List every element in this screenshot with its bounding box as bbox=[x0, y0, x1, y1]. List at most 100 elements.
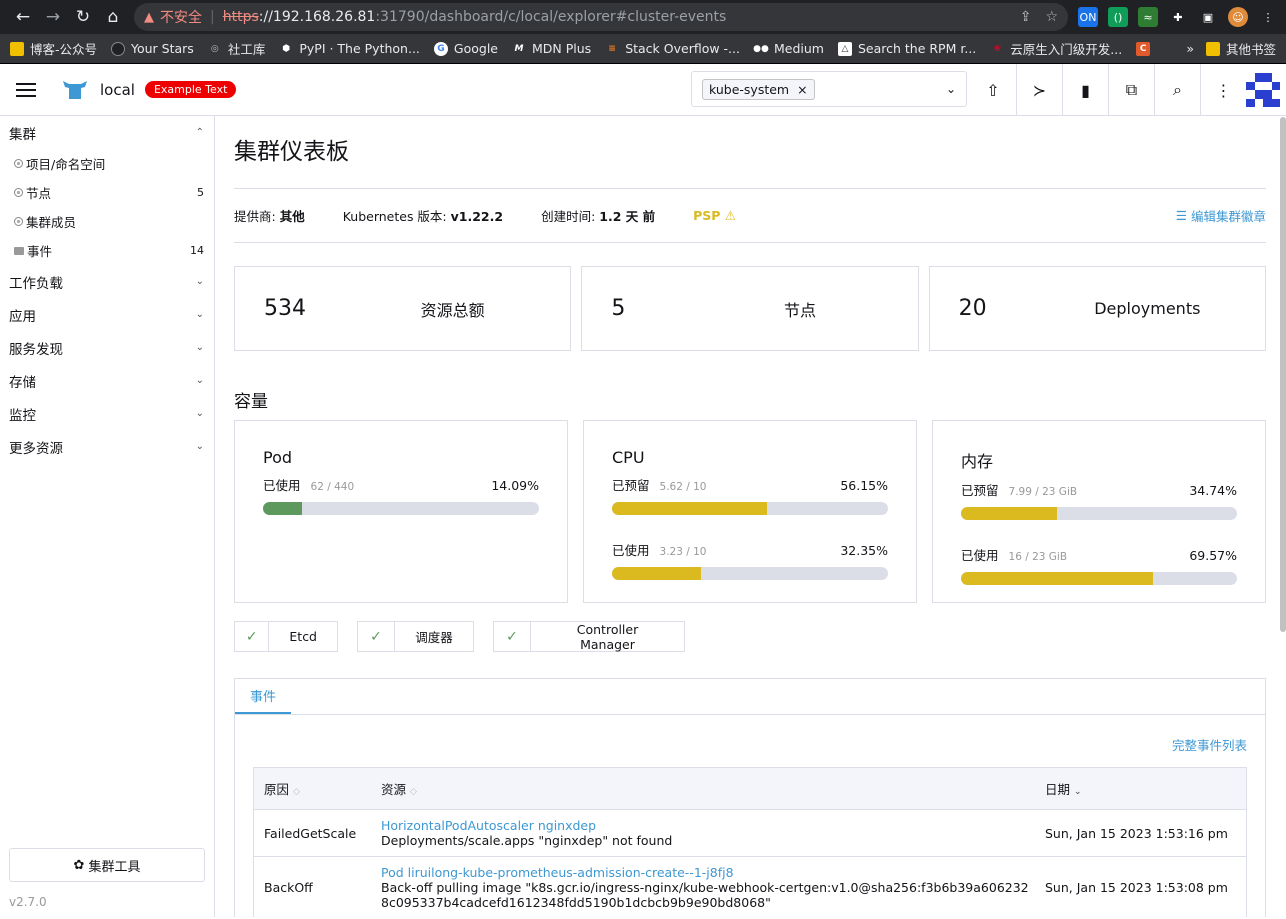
stackoverflow-icon: ≡ bbox=[608, 43, 616, 54]
version-label: v2.7.0 bbox=[9, 895, 47, 909]
bookmarks-bar: 博客-公众号 Your Stars ◎ 社工库 ⬢ PyPI · The Pytho… bbox=[0, 34, 1286, 64]
bookmark-item[interactable]: G Google bbox=[433, 41, 498, 56]
bookmark-item[interactable]: ⬢ PyPI · The Python... bbox=[279, 41, 420, 56]
chevron-down-icon: ⌄ bbox=[195, 342, 204, 353]
bookmark-item[interactable]: 博客-公众号 bbox=[10, 39, 97, 58]
share-icon[interactable]: ⇪ bbox=[1020, 9, 1032, 25]
cluster-logo-icon bbox=[63, 80, 87, 99]
remove-chip-icon[interactable]: × bbox=[797, 82, 807, 97]
chevron-up-icon: ⌃ bbox=[195, 127, 204, 138]
profile-avatar[interactable]: ☺ bbox=[1228, 7, 1248, 27]
star-icon[interactable]: ☆ bbox=[1045, 9, 1058, 25]
import-yaml-icon[interactable]: ⇧ bbox=[970, 64, 1016, 116]
page-scrollbar[interactable] bbox=[1280, 117, 1286, 632]
bookmark-item[interactable]: ❀ 云原生入门级开发... bbox=[990, 39, 1123, 58]
resource-link[interactable]: HorizontalPodAutoscaler nginxdep bbox=[381, 818, 1035, 833]
events-table: 原因 ◇ 资源 ◇ 日期 ⌄ FailedGetScale HorizontalPod… bbox=[253, 767, 1247, 917]
browser-menu-icon[interactable]: ⋮ bbox=[1258, 7, 1278, 27]
sidebar-group-monitoring[interactable]: 监控 ⌄ bbox=[0, 397, 214, 430]
menu-icon[interactable] bbox=[16, 82, 36, 97]
chevron-down-icon: ⌄ bbox=[195, 375, 204, 386]
events-tabs: 事件 bbox=[235, 679, 1265, 715]
extension-on-icon[interactable]: ON bbox=[1078, 7, 1098, 27]
forward-arrow-icon[interactable]: → bbox=[38, 2, 68, 32]
sidebar-item-events[interactable]: 事件 14 bbox=[0, 236, 214, 265]
extension-brackets-icon[interactable]: () bbox=[1108, 7, 1128, 27]
check-icon: ✓ bbox=[358, 622, 395, 651]
more-actions-icon[interactable]: ⋮ bbox=[1200, 64, 1246, 116]
kubectl-shell-icon[interactable]: ≻ bbox=[1016, 64, 1062, 116]
cluster-name[interactable]: local bbox=[100, 81, 135, 99]
column-resource[interactable]: 资源 ◇ bbox=[371, 779, 1035, 798]
tab-events[interactable]: 事件 bbox=[235, 679, 292, 714]
reload-icon[interactable]: ↻ bbox=[68, 2, 98, 32]
extensions-puzzle-icon[interactable]: ✚ bbox=[1168, 7, 1188, 27]
search-icon[interactable]: ⌕ bbox=[1154, 64, 1200, 116]
bookmark-item[interactable]: △ Search the RPM r... bbox=[837, 41, 976, 56]
google-icon: G bbox=[433, 41, 448, 56]
stat-nodes[interactable]: 5 节点 bbox=[581, 266, 919, 351]
rpm-icon: △ bbox=[837, 41, 852, 56]
full-events-list-link[interactable]: 完整事件列表 bbox=[235, 715, 1265, 767]
component-scheduler: ✓ 调度器 bbox=[357, 621, 474, 652]
bookmark-item[interactable]: ≡ Stack Overflow -... bbox=[605, 41, 740, 56]
column-reason[interactable]: 原因 ◇ bbox=[254, 779, 371, 798]
created-info: 创建时间: 1.2 天 前 bbox=[541, 209, 656, 224]
k8s-version-info: Kubernetes 版本: v1.22.2 bbox=[342, 209, 504, 224]
page-title: 集群仪表板 bbox=[234, 139, 349, 165]
component-status-row: ✓ Etcd ✓ 调度器 ✓ Controller Manager bbox=[234, 621, 1266, 652]
folder-icon bbox=[10, 41, 24, 56]
back-arrow-icon[interactable]: ← bbox=[8, 2, 38, 32]
stats-row: 534 资源总额 5 节点 20 Deployments bbox=[234, 266, 1266, 351]
chevron-down-icon: ⌄ bbox=[195, 309, 204, 320]
cluster-tools-button[interactable]: ✿ 集群工具 bbox=[9, 848, 205, 882]
psp-warning[interactable]: PSP ⚠ bbox=[693, 208, 736, 223]
bookmark-item[interactable]: Your Stars bbox=[111, 41, 194, 56]
sidebar-group-more-resources[interactable]: 更多资源 ⌄ bbox=[0, 430, 214, 463]
members-icon bbox=[14, 217, 23, 226]
events-count: 14 bbox=[190, 244, 204, 257]
copy-kubeconfig-icon[interactable]: ⧉ bbox=[1108, 64, 1154, 116]
sidebar-group-service-discovery[interactable]: 服务发现 ⌄ bbox=[0, 331, 214, 364]
sidebar-group-workloads[interactable]: 工作负载 ⌄ bbox=[0, 265, 214, 298]
node-icon bbox=[14, 188, 23, 197]
address-bar[interactable]: ▲ 不安全 | https ://192.168.26.81 :31790/da… bbox=[134, 3, 1068, 31]
user-avatar[interactable] bbox=[1246, 73, 1280, 107]
huawei-icon: ❀ bbox=[993, 43, 1002, 54]
bookmark-item[interactable]: ●● Medium bbox=[753, 41, 824, 56]
bookmark-item[interactable]: C bbox=[1136, 41, 1156, 56]
column-date[interactable]: 日期 ⌄ bbox=[1035, 779, 1246, 798]
bookmark-item[interactable]: M MDN Plus bbox=[512, 41, 592, 56]
table-row: BackOff Pod liruilong-kube-prometheus-ad… bbox=[254, 857, 1246, 917]
app-header: local Example Text kube-system × ⌄ ⇧ ≻ ▮… bbox=[0, 64, 1286, 116]
other-bookmarks[interactable]: 其他书签 bbox=[1205, 39, 1276, 58]
sidebar-group-apps[interactable]: 应用 ⌄ bbox=[0, 298, 214, 331]
sidebar-item-nodes[interactable]: 节点 5 bbox=[0, 178, 214, 207]
stat-total-resources[interactable]: 534 资源总额 bbox=[234, 266, 572, 351]
chevron-down-icon: ⌄ bbox=[195, 276, 204, 287]
cluster-badge: Example Text bbox=[144, 81, 237, 98]
sidebar-group-cluster[interactable]: 集群 ⌃ bbox=[0, 116, 214, 149]
bookmarks-overflow-icon[interactable]: » bbox=[1186, 41, 1194, 56]
browser-toolbar: ← → ↻ ⌂ ▲ 不安全 | https ://192.168.26.81 :… bbox=[0, 0, 1286, 34]
sidebar-group-storage[interactable]: 存储 ⌄ bbox=[0, 364, 214, 397]
table-row: FailedGetScale HorizontalPodAutoscaler n… bbox=[254, 810, 1246, 857]
cpu-gauge: CPU 已预留 5.62 / 10 56.15% 已使用 3.23 / 10 32.35… bbox=[583, 420, 917, 603]
bookmark-item[interactable]: ◎ 社工库 bbox=[208, 39, 265, 58]
component-controller-manager: ✓ Controller Manager bbox=[493, 621, 685, 652]
extension-vue-icon[interactable]: ≈ bbox=[1138, 7, 1158, 27]
pod-gauge: Pod 已使用 62 / 440 14.09% bbox=[234, 420, 568, 603]
insecure-label[interactable]: 不安全 bbox=[160, 7, 202, 27]
sidebar-item-members[interactable]: 集群成员 bbox=[0, 207, 214, 236]
resource-link[interactable]: Pod liruilong-kube-prometheus-admission-… bbox=[381, 865, 1035, 880]
edit-cluster-badge-link[interactable]: ☰ 编辑集群徽章 bbox=[1176, 206, 1266, 225]
namespace-filter[interactable]: kube-system × ⌄ bbox=[691, 71, 967, 107]
download-kubeconfig-icon[interactable]: ▮ bbox=[1062, 64, 1108, 116]
main-content: 集群仪表板 提供商: 其他 Kubernetes 版本: v1.22.2 创建时… bbox=[215, 116, 1286, 917]
sidebar: 集群 ⌃ 项目/命名空间 节点 5 集群成员 事件 14 工作负载 ⌄ 应用 ⌄ 服… bbox=[0, 116, 215, 917]
sidebar-item-namespaces[interactable]: 项目/命名空间 bbox=[0, 149, 214, 178]
stat-deployments[interactable]: 20 Deployments bbox=[928, 266, 1266, 351]
sidepanel-icon[interactable]: ▣ bbox=[1198, 7, 1218, 27]
chevron-down-icon[interactable]: ⌄ bbox=[946, 82, 956, 96]
home-icon[interactable]: ⌂ bbox=[98, 2, 128, 32]
